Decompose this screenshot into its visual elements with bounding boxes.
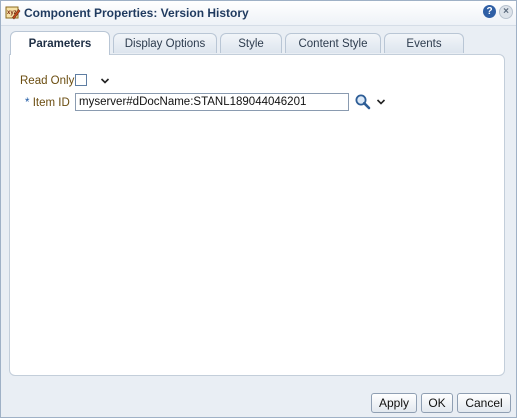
tab-display-options[interactable]: Display Options (113, 33, 217, 53)
apply-button[interactable]: Apply (371, 393, 417, 413)
close-icon[interactable]: × (499, 5, 513, 19)
ok-button[interactable]: OK (421, 393, 453, 413)
read-only-checkbox[interactable] (75, 74, 87, 86)
component-properties-dialog: xyz Component Properties: Version Histor… (0, 0, 517, 418)
chevron-down-icon[interactable] (376, 97, 386, 107)
item-id-input[interactable] (75, 93, 349, 111)
item-id-label: Item ID (32, 97, 70, 109)
tab-style[interactable]: Style (220, 33, 282, 53)
title-bar: xyz Component Properties: Version Histor… (1, 1, 516, 26)
help-icon[interactable]: ? (483, 5, 496, 18)
cancel-button[interactable]: Cancel (457, 393, 511, 413)
component-properties-icon: xyz (5, 6, 21, 20)
search-icon[interactable] (354, 93, 371, 110)
dialog-title: Component Properties: Version History (24, 6, 249, 20)
tab-events[interactable]: Events (384, 33, 464, 53)
chevron-down-icon[interactable] (100, 76, 110, 86)
tab-content-style[interactable]: Content Style (285, 33, 381, 53)
item-id-label-group: * Item ID (25, 97, 70, 109)
tab-bar: Parameters Display Options Style Content… (1, 31, 516, 55)
required-marker: * (25, 97, 30, 109)
read-only-label: Read Only (20, 75, 75, 87)
tab-parameters[interactable]: Parameters (10, 31, 110, 55)
